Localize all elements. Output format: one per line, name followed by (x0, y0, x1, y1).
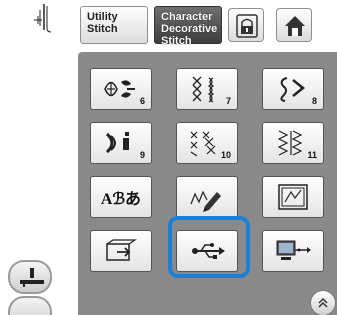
tab-character-decorative-stitch[interactable]: Character Decorative Stitch (154, 6, 222, 47)
left-column (0, 0, 76, 315)
character-stitch-text: Aℬあ (100, 191, 142, 208)
scroll-up-button[interactable] (310, 290, 336, 315)
lock-button[interactable] (228, 8, 264, 42)
tab-utility-stitch[interactable]: Utility Stitch (80, 6, 148, 44)
scroll-stitch-icon (280, 77, 306, 102)
stitch-category-button-10[interactable]: 10 (176, 122, 238, 164)
cross-stitch-icon (192, 76, 215, 103)
stitch-category-button-8[interactable]: 8 (262, 68, 324, 110)
tab-character-label-2: Decorative (161, 23, 218, 35)
character-stitch-button[interactable]: Aℬあ (90, 176, 152, 218)
my-custom-stitch-button[interactable] (176, 176, 238, 218)
home-icon (285, 16, 305, 36)
framed-stitch-icon (278, 184, 308, 210)
presser-foot-icon (20, 268, 44, 287)
floral-stitch-icon (104, 80, 135, 98)
stitch-category-number: 6 (139, 96, 145, 106)
usb-selection-highlight (168, 216, 250, 278)
stitch-category-button-6[interactable]: 6 (90, 68, 152, 110)
scroll-up-icon (318, 297, 328, 308)
stitch-category-button-7[interactable]: 7 (176, 68, 238, 110)
lock-icon (236, 14, 258, 38)
pen-drawing-icon (190, 190, 221, 212)
top-bar: Utility Stitch Character Decorative Stit… (76, 0, 337, 52)
tab-character-label-3: Stitch (161, 35, 192, 47)
satin-stitch-icon (105, 132, 129, 154)
tab-utility-label-1: Utility (87, 11, 118, 23)
pocket-memory-icon (106, 239, 137, 261)
pocket-memory-button[interactable] (90, 230, 152, 272)
stitch-category-number: 8 (311, 96, 317, 106)
stitch-category-number: 10 (220, 150, 231, 160)
stitch-category-number: 7 (225, 96, 231, 106)
stitch-category-number: 11 (307, 150, 317, 160)
presser-foot-button[interactable] (8, 260, 52, 294)
computer-usb-button[interactable] (262, 230, 324, 272)
computer-usb-icon (276, 240, 311, 260)
framed-pattern-button[interactable] (262, 176, 324, 218)
stitch-selection-panel: 6 7 8 9 10 11 Aℬあ (78, 52, 337, 315)
secondary-left-button[interactable] (8, 296, 52, 315)
home-button[interactable] (276, 8, 312, 42)
needle-position-icon (34, 4, 52, 33)
stitch-category-button-9[interactable]: 9 (90, 122, 152, 164)
stitch-category-button-11[interactable]: 11 (262, 122, 324, 164)
tab-utility-label-2: Stitch (87, 23, 118, 35)
tab-character-label-1: Character (161, 11, 213, 23)
stitch-category-number: 9 (139, 150, 145, 160)
